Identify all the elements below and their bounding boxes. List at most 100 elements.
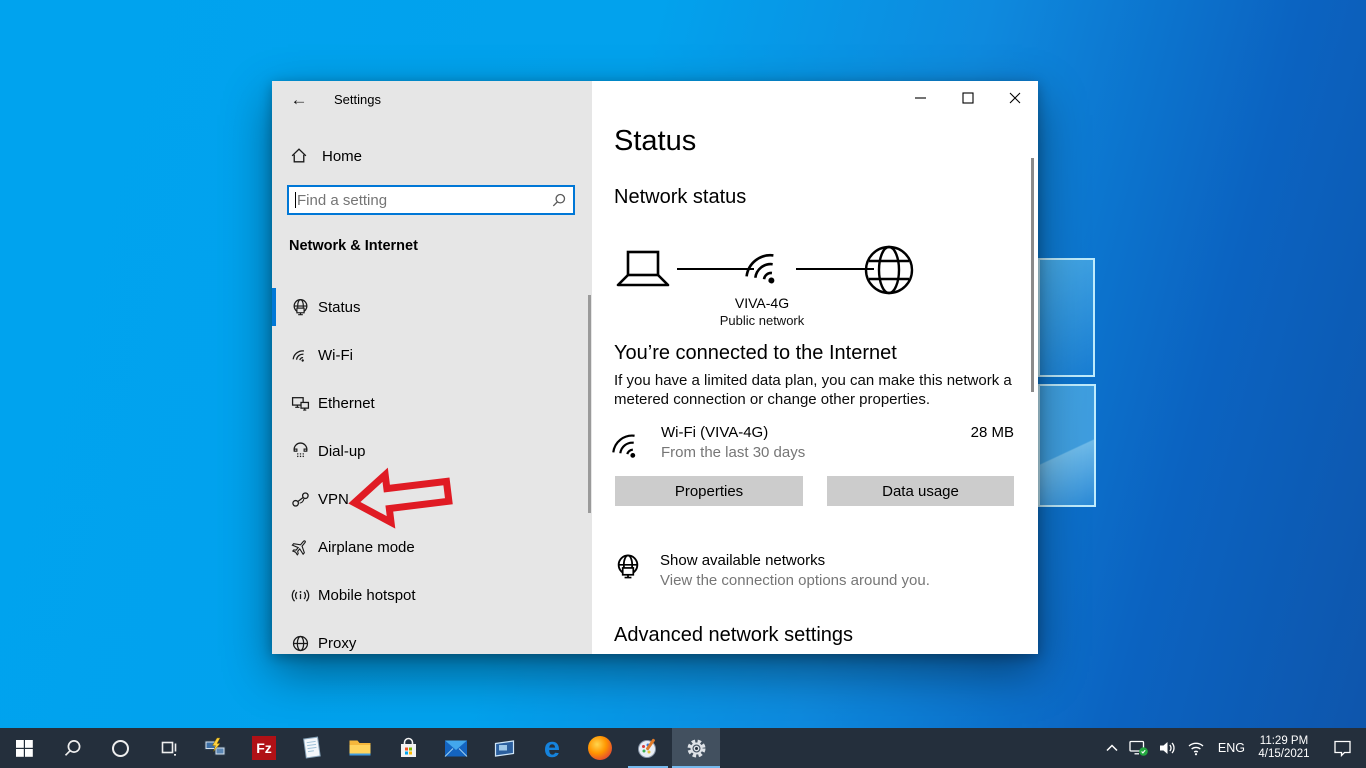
connected-ssid: VIVA-4G [712,295,812,311]
sidebar-item-wifi[interactable]: Wi-Fi [272,331,592,379]
wifi-icon [608,425,646,468]
wifi-signal-icon [740,241,788,296]
notepad-icon [301,736,323,760]
remote-desktop-app[interactable] [480,728,528,768]
sidebar-item-home[interactable]: Home [272,140,592,172]
network-type-label: Public network [702,313,822,328]
desktop: ← Settings Home Network & Internet [0,0,1366,768]
firefox-icon [588,736,612,760]
tray-expand-chevron[interactable] [1105,728,1119,768]
advanced-settings-heading: Advanced network settings [614,624,853,647]
accent-bar [272,528,276,566]
data-usage-button[interactable]: Data usage [827,476,1014,506]
windows-logo-icon [16,740,33,757]
sidebar-item-label: Wi-Fi [318,347,353,364]
show-available-networks[interactable]: Show available networks View the connect… [614,551,994,595]
vpn-icon [290,489,310,509]
window-title: Settings [334,92,381,107]
usage-period: From the last 30 days [661,444,805,461]
text-caret [295,192,296,208]
clock-date: 4/15/2021 [1258,748,1309,760]
filezilla-icon: Fz [252,736,276,760]
back-button[interactable]: ← [286,87,312,113]
settings-main-panel: Status Network status VIVA-4G Public net… [592,81,1038,654]
network-status-heading: Network status [614,186,746,209]
start-button[interactable] [0,728,48,768]
connected-description: If you have a limited data plan, you can… [614,371,1018,409]
firefox-app[interactable] [576,728,624,768]
paint-icon [636,736,660,760]
search-button[interactable] [48,728,96,768]
settings-app[interactable] [672,728,720,768]
gear-icon [685,737,708,760]
close-button[interactable] [1009,89,1021,107]
search-input[interactable] [297,187,547,213]
folder-icon [348,738,372,758]
dialup-icon [290,441,310,461]
store-app[interactable] [384,728,432,768]
properties-button[interactable]: Properties [615,476,803,506]
accent-bar [272,576,276,614]
task-view-icon [159,739,178,757]
window-controls [915,89,1021,107]
wallpaper-window-pane [1038,258,1095,377]
sidebar-item-proxy[interactable]: Proxy [272,619,592,654]
sidebar-item-label: Status [318,299,361,316]
action-center-icon[interactable] [1333,728,1352,768]
show-networks-description: View the connection options around you. [660,572,930,589]
search-icon [63,739,82,758]
ethernet-icon [290,393,310,413]
notepad-app[interactable] [288,728,336,768]
sidebar-item-status[interactable]: Status [272,283,592,331]
data-usage-row: Wi-Fi (VIVA-4G) From the last 30 days 28… [608,422,1014,464]
search-icon[interactable] [551,193,566,213]
filezilla-app[interactable]: Fz [240,728,288,768]
mail-app[interactable] [432,728,480,768]
sidebar-item-ethernet[interactable]: Ethernet [272,379,592,427]
sidebar-scrollbar[interactable] [588,295,591,513]
accent-bar [272,432,276,470]
available-networks-icon [614,553,642,586]
sidebar-item-label: Dial-up [318,443,366,460]
sidebar-item-label: Ethernet [318,395,375,412]
maximize-button[interactable] [962,89,974,107]
mobile-hotspot-icon [290,585,310,605]
wallpaper-window-pane [1038,384,1096,507]
accent-bar [272,480,276,518]
connected-heading: You’re connected to the Internet [614,342,897,365]
tray-wifi-icon[interactable] [1187,728,1205,768]
connection-name: Wi-Fi (VIVA-4G) [661,424,768,441]
clock-time: 11:29 PM [1260,735,1308,747]
settings-sidebar: ← Settings Home Network & Internet [272,81,592,654]
tray-language-indicator[interactable]: ENG [1218,728,1245,768]
settings-search-box[interactable] [287,185,575,215]
edge-app[interactable]: e [528,728,576,768]
main-scrollbar[interactable] [1031,158,1034,392]
page-title: Status [614,125,696,158]
tray-clock[interactable]: 11:29 PM 4/15/2021 [1255,728,1313,768]
taskbar-apps: Fz e [0,728,720,768]
cortana-button[interactable] [96,728,144,768]
network-computers-app[interactable] [192,728,240,768]
proxy-icon [290,633,310,653]
tray-pc-security-icon[interactable] [1129,728,1149,768]
accent-bar [272,336,276,374]
system-tray: ENG 11:29 PM 4/15/2021 [1100,728,1366,768]
sidebar-item-mobile-hotspot[interactable]: Mobile hotspot [272,571,592,619]
show-networks-title: Show available networks [660,552,825,569]
laptop-icon [614,250,672,295]
sidebar-section-title: Network & Internet [289,238,418,254]
sidebar-item-airplane-mode[interactable]: Airplane mode [272,523,592,571]
edge-icon: e [544,734,560,762]
sidebar-item-label: Home [322,148,362,165]
paint-app[interactable] [624,728,672,768]
sidebar-item-label: VPN [318,491,349,508]
sidebar-item-label: Mobile hotspot [318,587,416,604]
internet-globe-icon [863,244,915,301]
tray-volume-icon[interactable] [1159,728,1177,768]
network-diagram: VIVA-4G Public network [614,241,944,336]
file-explorer-app[interactable] [336,728,384,768]
task-view-button[interactable] [144,728,192,768]
accent-bar [272,384,276,422]
minimize-button[interactable] [915,89,927,107]
